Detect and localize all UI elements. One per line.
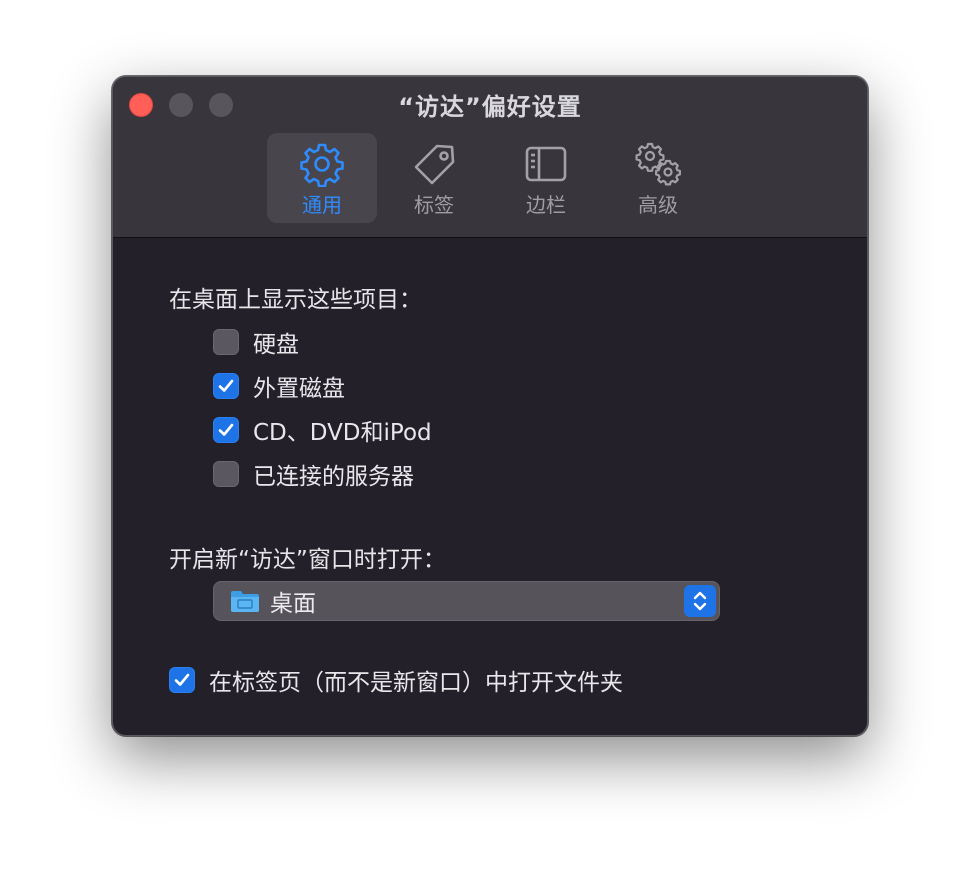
window-title: “访达”偏好设置 bbox=[398, 93, 582, 121]
checkbox-cds-dvds-ipods[interactable] bbox=[213, 417, 239, 443]
checkbox-label: 硬盘 bbox=[253, 332, 299, 358]
new-window-popup[interactable]: 桌面 bbox=[213, 581, 720, 621]
gear-icon bbox=[300, 143, 344, 187]
checkbox-row-hard-disks[interactable]: 硬盘 bbox=[213, 326, 299, 358]
general-pane: 在桌面上显示这些项目： 硬盘 外置磁盘 CD、DVD和iPod 已连接的服务器 … bbox=[113, 238, 867, 735]
titlebar: “访达”偏好设置 通用 标签 边栏 高级 bbox=[113, 77, 867, 238]
popup-arrows[interactable] bbox=[684, 585, 716, 617]
checkmark-icon bbox=[218, 379, 234, 392]
popup-selected-value: 桌面 bbox=[270, 591, 316, 617]
checkbox-row-cds[interactable]: CD、DVD和iPod bbox=[213, 414, 432, 446]
tag-icon bbox=[414, 144, 455, 185]
checkbox-label: CD、DVD和iPod bbox=[253, 420, 432, 446]
desktop-folder-icon bbox=[231, 591, 259, 612]
tab-label: 高级 bbox=[638, 193, 678, 217]
checkbox-row-external-disks[interactable]: 外置磁盘 bbox=[213, 370, 345, 402]
tab-label: 通用 bbox=[302, 193, 342, 217]
checkmark-icon bbox=[218, 423, 234, 436]
checkbox-external-disks[interactable] bbox=[213, 373, 239, 399]
gears-icon bbox=[635, 142, 681, 186]
toolbar: 通用 标签 边栏 高级 bbox=[267, 133, 715, 223]
checkbox-open-in-tabs[interactable] bbox=[169, 667, 195, 693]
checkbox-row-connected-servers[interactable]: 已连接的服务器 bbox=[213, 458, 414, 490]
checkbox-label: 已连接的服务器 bbox=[253, 464, 414, 490]
sidebar-icon bbox=[525, 146, 567, 182]
checkbox-connected-servers[interactable] bbox=[213, 461, 239, 487]
new-window-heading: 开启新“访达”窗口时打开： bbox=[169, 547, 446, 573]
tab-sidebar[interactable]: 边栏 bbox=[491, 133, 601, 223]
tab-general[interactable]: 通用 bbox=[267, 133, 377, 223]
tab-tags[interactable]: 标签 bbox=[379, 133, 489, 223]
preferences-window: “访达”偏好设置 通用 标签 边栏 高级 在桌面上显示这些项目： 硬盘 外置磁盘… bbox=[112, 76, 868, 736]
checkbox-label: 外置磁盘 bbox=[253, 376, 345, 402]
checkbox-row-open-in-tabs[interactable]: 在标签页（而不是新窗口）中打开文件夹 bbox=[169, 664, 623, 696]
tab-advanced[interactable]: 高级 bbox=[603, 133, 713, 223]
checkbox-hard-disks[interactable] bbox=[213, 329, 239, 355]
tab-label: 边栏 bbox=[526, 193, 566, 217]
tab-label: 标签 bbox=[414, 193, 454, 217]
up-down-chevron-icon bbox=[693, 591, 707, 611]
desktop-items-heading: 在桌面上显示这些项目： bbox=[169, 287, 422, 313]
checkbox-label: 在标签页（而不是新窗口）中打开文件夹 bbox=[209, 670, 623, 696]
checkmark-icon bbox=[174, 673, 190, 686]
